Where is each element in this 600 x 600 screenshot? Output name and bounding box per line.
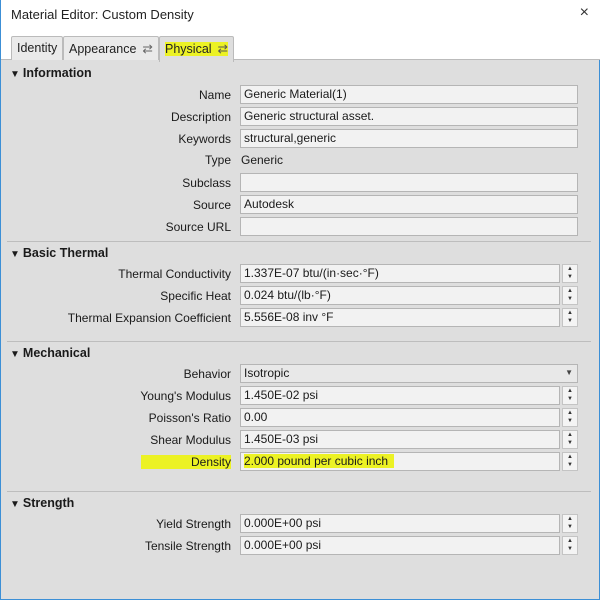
- chevron-down-icon: ▼: [565, 368, 573, 377]
- spinner-icon[interactable]: ▲ ▼: [562, 514, 578, 533]
- thermal-expansion-label: Thermal Expansion Coefficient: [67, 311, 231, 325]
- poissons-ratio-label: Poisson's Ratio: [148, 411, 231, 425]
- section-mechanical-header[interactable]: ▼ Mechanical: [10, 346, 90, 360]
- tab-label: Appearance: [69, 42, 137, 56]
- material-editor-window: Material Editor: Custom Density × Identi…: [0, 0, 600, 600]
- youngs-modulus-input[interactable]: 1.450E-02 psi: [240, 386, 560, 405]
- window-title: Material Editor: Custom Density: [11, 7, 194, 22]
- spinner-icon[interactable]: ▲ ▼: [562, 386, 578, 405]
- thermal-expansion-input[interactable]: 5.556E-08 inv °F: [240, 308, 560, 327]
- section-title: Information: [22, 66, 92, 80]
- subclass-label: Subclass: [182, 176, 231, 190]
- section-title: Mechanical: [22, 346, 91, 360]
- tab-label: Physical: [165, 42, 212, 56]
- subclass-input[interactable]: [240, 173, 578, 192]
- yield-strength-input[interactable]: 0.000E+00 psi: [240, 514, 560, 533]
- type-value: Generic: [241, 153, 284, 167]
- source-label: Source: [192, 198, 231, 212]
- section-strength-header[interactable]: ▼ Strength: [10, 496, 74, 510]
- behavior-value: Isotropic: [244, 366, 290, 380]
- collapse-triangle-icon: ▼: [10, 69, 20, 80]
- divider: [7, 341, 591, 342]
- tab-identity[interactable]: Identity: [11, 36, 64, 60]
- spinner-icon[interactable]: ▲ ▼: [562, 408, 578, 427]
- tab-bar: Identity Appearance ⇄ Physical ⇄: [1, 34, 600, 62]
- name-input[interactable]: Generic Material(1): [240, 85, 578, 104]
- tab-label: Identity: [17, 41, 58, 55]
- density-input[interactable]: 2.000 pound per cubic inch: [240, 452, 560, 471]
- behavior-select[interactable]: Isotropic ▼: [240, 364, 578, 383]
- poissons-ratio-input[interactable]: 0.00: [240, 408, 560, 427]
- source-url-input[interactable]: [240, 217, 578, 236]
- description-input[interactable]: Generic structural asset.: [240, 107, 578, 126]
- density-label: Density: [140, 455, 231, 469]
- source-input[interactable]: Autodesk: [240, 195, 578, 214]
- specific-heat-input[interactable]: 0.024 btu/(lb·°F): [240, 286, 560, 305]
- section-title: Strength: [22, 496, 75, 510]
- section-title: Basic Thermal: [22, 246, 109, 260]
- spinner-icon[interactable]: ▲ ▼: [562, 264, 578, 283]
- type-label: Type: [204, 153, 231, 167]
- keywords-input[interactable]: structural,generic: [240, 129, 578, 148]
- tab-physical[interactable]: Physical ⇄: [159, 36, 235, 62]
- thermal-conductivity-label: Thermal Conductivity: [118, 267, 231, 281]
- spinner-icon[interactable]: ▲ ▼: [562, 286, 578, 305]
- shear-modulus-input[interactable]: 1.450E-03 psi: [240, 430, 560, 449]
- tensile-strength-label: Tensile Strength: [144, 539, 231, 553]
- close-icon[interactable]: ×: [580, 4, 589, 22]
- source-url-label: Source URL: [165, 220, 231, 234]
- swap-icon: ⇄: [142, 42, 153, 56]
- tensile-strength-input[interactable]: 0.000E+00 psi: [240, 536, 560, 555]
- thermal-conductivity-input[interactable]: 1.337E-07 btu/(in·sec·°F): [240, 264, 560, 283]
- section-basic-thermal-header[interactable]: ▼ Basic Thermal: [10, 246, 108, 260]
- youngs-modulus-label: Young's Modulus: [140, 389, 231, 403]
- divider: [7, 491, 591, 492]
- keywords-label: Keywords: [178, 132, 231, 146]
- specific-heat-label: Specific Heat: [160, 289, 231, 303]
- collapse-triangle-icon: ▼: [10, 249, 20, 260]
- behavior-label: Behavior: [183, 367, 231, 381]
- section-information-header[interactable]: ▼ Information: [10, 66, 92, 80]
- swap-icon: ⇄: [217, 42, 229, 56]
- spinner-icon[interactable]: ▲ ▼: [562, 536, 578, 555]
- collapse-triangle-icon: ▼: [10, 499, 20, 510]
- spinner-icon[interactable]: ▲ ▼: [562, 452, 578, 471]
- divider: [7, 241, 591, 242]
- density-value: 2.000 pound per cubic inch: [244, 454, 395, 468]
- collapse-triangle-icon: ▼: [10, 349, 20, 360]
- tab-appearance[interactable]: Appearance ⇄: [63, 36, 159, 60]
- yield-strength-label: Yield Strength: [156, 517, 231, 531]
- title-bar: Material Editor: Custom Density ×: [1, 0, 600, 34]
- name-label: Name: [198, 88, 231, 102]
- spinner-icon[interactable]: ▲ ▼: [562, 308, 578, 327]
- spinner-icon[interactable]: ▲ ▼: [562, 430, 578, 449]
- shear-modulus-label: Shear Modulus: [150, 433, 231, 447]
- description-label: Description: [170, 110, 231, 124]
